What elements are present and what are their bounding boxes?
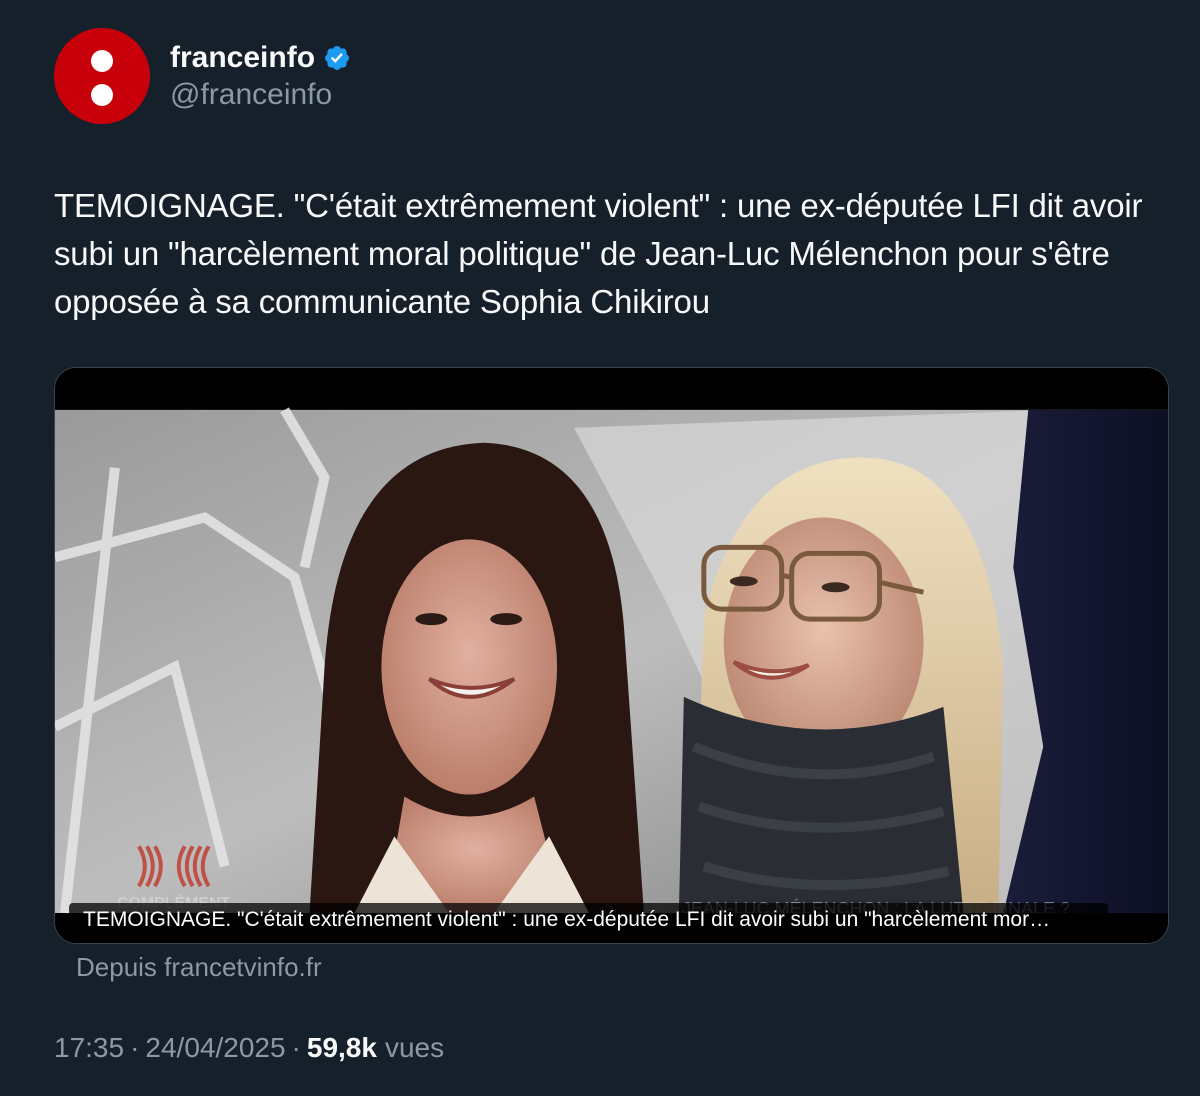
meta-separator: · [291,1032,301,1063]
tweet-text: TEMOIGNAGE. "C'était extrêmement violent… [54,187,1143,320]
verified-badge-icon[interactable] [323,44,351,72]
author-name-row: franceinfo [170,38,351,78]
author-display-name[interactable]: franceinfo [170,41,315,75]
author-handle[interactable]: @franceinfo [170,78,332,112]
tweet[interactable]: franceinfo @franceinfo TEMOIGNAGE. "C'ét… [0,0,1200,1096]
card-source-link[interactable]: Depuis francetvinfo.fr [76,952,322,983]
avatar-dot-bottom [91,84,113,106]
meta-separator: · [130,1032,140,1063]
franceinfo-avatar[interactable] [54,28,150,124]
tweet-date[interactable]: 24/04/2025 [145,1032,285,1064]
tweet-time[interactable]: 17:35 [54,1032,124,1064]
card-image: COMPLÉMENT JEAN-LUC MÉLENCHON : LA LUTTE… [55,368,1168,943]
avatar-dot-top [91,50,113,72]
tweet-meta: 17:35 · 24/04/2025 · 59,8k vues [54,1032,444,1064]
card-caption: TEMOIGNAGE. "C'était extrêmement violent… [69,903,1108,937]
views-label: vues [384,1032,445,1063]
link-card[interactable]: COMPLÉMENT JEAN-LUC MÉLENCHON : LA LUTTE… [54,367,1169,944]
views-count[interactable]: 59,8k [307,1032,377,1064]
